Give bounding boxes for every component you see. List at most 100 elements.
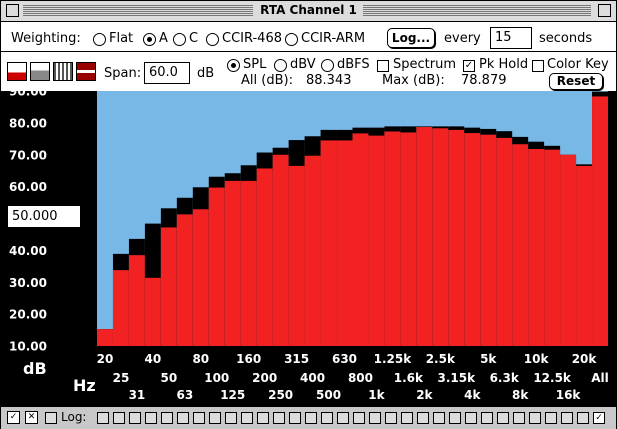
all-db-label: All (dB): <box>241 73 293 88</box>
reference-level-input[interactable]: 50.000 <box>7 205 81 228</box>
span-input[interactable]: 60.0 <box>144 62 190 84</box>
x-tick-label: 20 <box>97 352 114 366</box>
log-band-checkbox[interactable] <box>273 412 285 424</box>
log-band-checkbox[interactable] <box>161 412 173 424</box>
cancel-icon[interactable]: ✕ <box>25 411 38 424</box>
weighting-flat-radio[interactable] <box>93 33 106 46</box>
level-bar <box>592 96 608 346</box>
log-band-checkbox[interactable] <box>177 412 189 424</box>
bar-display-icon[interactable] <box>7 62 27 81</box>
log-band-checkbox[interactable] <box>417 412 429 424</box>
log-band-checkbox[interactable] <box>353 412 365 424</box>
rta-window: RTA Channel 1 Weighting: Flat A C CCIR-4… <box>0 0 617 429</box>
log-band-checkbox[interactable] <box>401 412 413 424</box>
log-band-checkbox[interactable] <box>305 412 317 424</box>
title-bar[interactable]: RTA Channel 1 <box>1 1 616 22</box>
log-band-checkbox[interactable] <box>497 412 509 424</box>
log-band-checkbox[interactable] <box>193 412 205 424</box>
log-band-checkbox[interactable] <box>513 412 525 424</box>
x-tick-label: 500 <box>316 388 341 402</box>
x-tick-label: 630 <box>332 352 357 366</box>
log-all-checkbox[interactable] <box>45 412 57 424</box>
x-tick-label: 63 <box>176 388 193 402</box>
log-band-checkbox[interactable] <box>337 412 349 424</box>
level-bar <box>256 168 273 346</box>
x-tick-label: 8k <box>512 388 529 402</box>
log-band-checkbox[interactable] <box>577 412 589 424</box>
max-db-label: Max (dB): <box>382 73 445 88</box>
log-band-checkbox[interactable] <box>529 412 541 424</box>
weighting-flat-label: Flat <box>109 31 134 46</box>
log-band-checkbox[interactable] <box>545 412 557 424</box>
log-band-checkbox[interactable] <box>257 412 269 424</box>
color-key-checkbox[interactable] <box>532 60 544 72</box>
log-band-checkbox[interactable] <box>385 412 397 424</box>
pk-hold-checkbox[interactable]: ✓ <box>463 60 475 72</box>
mode-dbv-label: dBV <box>290 57 316 72</box>
spectrum-checkbox[interactable] <box>377 60 389 72</box>
x-tick-label: 80 <box>192 352 209 366</box>
level-bar <box>304 155 321 346</box>
log-band-checkbox[interactable] <box>209 412 221 424</box>
level-bar <box>544 149 561 346</box>
log-band-checkbox[interactable] <box>241 412 253 424</box>
log-band-checkbox[interactable] <box>369 412 381 424</box>
y-tick-label: 60.00 <box>9 180 47 194</box>
accept-icon[interactable]: ✓ <box>7 411 20 424</box>
weighting-ccirarm-label: CCIR-ARM <box>301 31 366 46</box>
mode-dbfs-radio[interactable] <box>321 59 334 72</box>
x-tick-label: 1.6k <box>394 371 424 385</box>
level-bar <box>128 255 145 346</box>
x-tick-label: 31 <box>129 388 146 402</box>
weighting-c-label: C <box>189 31 199 46</box>
reset-button[interactable]: Reset <box>549 73 603 90</box>
log-band-checkbox[interactable] <box>433 412 445 424</box>
level-bar <box>192 209 209 346</box>
y-tick-label: 80.00 <box>9 116 47 130</box>
log-band-checkbox[interactable] <box>561 412 573 424</box>
weighting-a-radio[interactable] <box>143 33 156 46</box>
level-bar <box>496 137 513 346</box>
level-bar <box>240 180 257 346</box>
mode-spl-radio[interactable] <box>227 59 240 72</box>
log-band-checkbox[interactable] <box>481 412 493 424</box>
mode-dbv-radio[interactable] <box>274 59 287 72</box>
log-band-checkbox[interactable] <box>465 412 477 424</box>
log-band-checkbox[interactable] <box>289 412 301 424</box>
log-label: Log: <box>61 410 87 424</box>
log-band-checkbox[interactable] <box>321 412 333 424</box>
weighting-ccirarm-radio[interactable] <box>285 33 298 46</box>
level-bar <box>224 180 241 346</box>
weighting-a-label: A <box>159 31 168 46</box>
weighting-ccir468-radio[interactable] <box>206 33 219 46</box>
level-bar <box>400 132 417 346</box>
log-band-checkbox[interactable]: ✓ <box>593 412 605 424</box>
x-tick-label: 250 <box>268 388 293 402</box>
level-bar <box>448 129 465 346</box>
log-band-checkbox[interactable] <box>129 412 141 424</box>
log-band-checkbox[interactable] <box>225 412 237 424</box>
x-tick-label: 315 <box>284 352 309 366</box>
level-bar <box>272 154 289 346</box>
x-tick-label: 5k <box>480 352 497 366</box>
gray-display-icon[interactable] <box>30 62 50 81</box>
window-title: RTA Channel 1 <box>254 3 363 17</box>
level-bar <box>176 214 193 346</box>
every-interval-input[interactable]: 15 <box>490 27 532 49</box>
log-button[interactable]: Log... <box>387 28 435 48</box>
panel-divider <box>1 51 616 52</box>
line-display-icon[interactable] <box>53 62 73 81</box>
weighting-c-radio[interactable] <box>173 33 186 46</box>
log-band-checkbox[interactable] <box>145 412 157 424</box>
log-band-checkbox[interactable] <box>97 412 109 424</box>
log-band-checkbox[interactable] <box>113 412 125 424</box>
x-tick-label: 200 <box>252 371 277 385</box>
x-tick-label: 4k <box>464 388 481 402</box>
log-band-checkbox[interactable] <box>449 412 461 424</box>
y-unit-label: dB <box>23 359 47 378</box>
x-tick-label: 12.5k <box>533 371 572 385</box>
x-tick-label: 125 <box>220 388 245 402</box>
color-display-icon[interactable] <box>76 62 96 81</box>
level-bar <box>368 135 385 346</box>
x-tick-label: 100 <box>204 371 229 385</box>
